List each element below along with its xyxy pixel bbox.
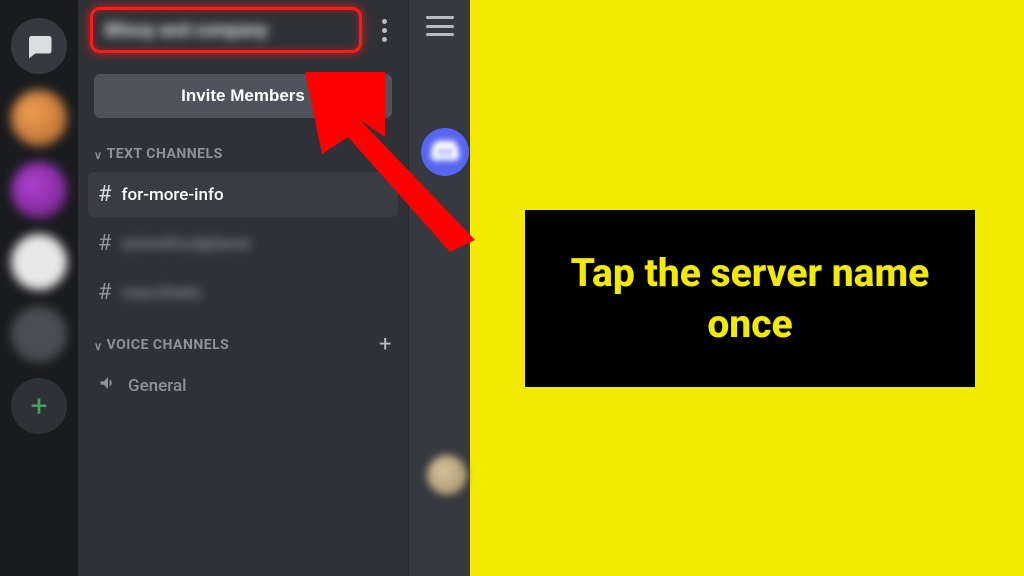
user-avatar[interactable] — [427, 455, 467, 495]
dm-home-button[interactable] — [11, 18, 67, 74]
channel-item[interactable]: # macchiato — [88, 270, 398, 315]
hamburger-icon[interactable] — [426, 16, 454, 36]
channel-label: General — [128, 376, 186, 396]
voice-channels-header[interactable]: ∨ VOICE CHANNELS + — [78, 317, 408, 361]
text-channels-header[interactable]: ∨ TEXT CHANNELS + — [78, 126, 408, 170]
channel-for-more-info[interactable]: # for-more-info — [88, 172, 398, 217]
plus-icon: + — [30, 389, 47, 424]
add-voice-channel-icon[interactable]: + — [379, 338, 392, 352]
server-name-button[interactable]: Bitssy and company — [90, 7, 362, 53]
channel-label: animefoodplanet — [122, 234, 251, 254]
server-avatar-4[interactable] — [11, 306, 67, 362]
server-rail: + — [0, 0, 78, 576]
voice-channels-label: VOICE CHANNELS — [107, 337, 230, 353]
server-options-kebab[interactable] — [372, 19, 396, 42]
annotation-callout: Tap the server name once — [525, 210, 975, 387]
channel-item[interactable]: # animefoodplanet — [88, 221, 398, 266]
invite-label: Invite Members — [181, 86, 305, 106]
text-channels-label: TEXT CHANNELS — [107, 146, 223, 162]
hash-icon: # — [98, 280, 112, 305]
callout-text: Tap the server name once — [555, 248, 945, 349]
chevron-down-icon: ∨ — [94, 340, 103, 353]
discord-logo-avatar[interactable] — [421, 128, 469, 176]
server-header: Bitssy and company — [78, 0, 408, 60]
channel-label: macchiato — [122, 283, 202, 303]
channel-panel: Bitssy and company Invite Members ∨ TEXT… — [78, 0, 408, 576]
channel-label: for-more-info — [122, 185, 224, 205]
content-sliver — [408, 0, 470, 576]
server-avatar-1[interactable] — [11, 90, 67, 146]
speaker-icon — [98, 373, 118, 398]
server-name-label: Bitssy and company — [105, 20, 268, 41]
add-text-channel-icon[interactable]: + — [379, 147, 392, 161]
chevron-down-icon: ∨ — [94, 149, 103, 162]
server-avatar-2[interactable] — [11, 162, 67, 218]
voice-channel-general[interactable]: General — [88, 363, 398, 408]
hash-icon: # — [98, 182, 112, 207]
hash-icon: # — [98, 231, 112, 256]
add-server-button[interactable]: + — [11, 378, 67, 434]
invite-members-button[interactable]: Invite Members — [94, 74, 392, 118]
discord-app-frame: + Bitssy and company Invite Members ∨ TE… — [0, 0, 470, 576]
invite-wrap: Invite Members — [78, 60, 408, 126]
server-avatar-3[interactable] — [11, 234, 67, 290]
